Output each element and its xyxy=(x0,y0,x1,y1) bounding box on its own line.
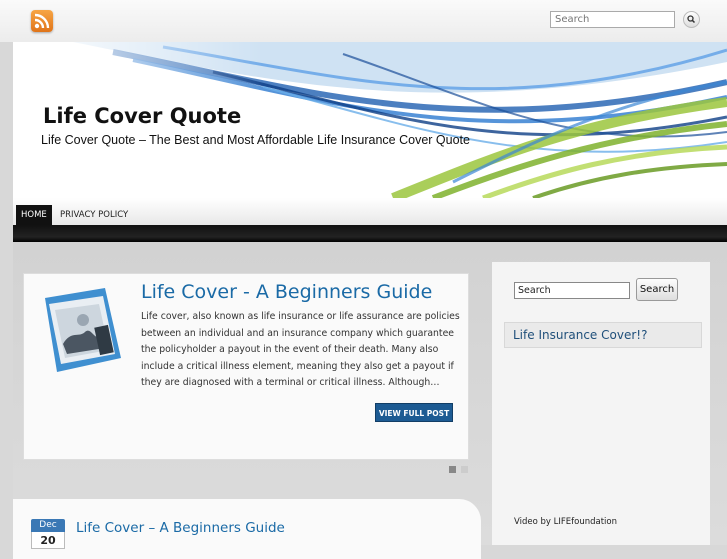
slider-dot[interactable] xyxy=(461,466,468,473)
sidebar-search-button[interactable]: Search xyxy=(636,278,678,301)
slider-dot-active[interactable] xyxy=(449,466,456,473)
date-month: Dec xyxy=(31,519,65,532)
magnifier-icon xyxy=(687,15,696,24)
site-title[interactable]: Life Cover Quote xyxy=(43,104,241,128)
date-day: 20 xyxy=(31,532,65,549)
post-title[interactable]: Life Cover – A Beginners Guide xyxy=(76,520,285,536)
rss-feed-icon[interactable] xyxy=(31,10,53,32)
site-header: Life Cover Quote Life Cover Quote – The … xyxy=(13,42,727,198)
nav-divider-band xyxy=(13,225,727,242)
top-bar xyxy=(0,0,727,42)
featured-post-excerpt: Life cover, also known as life insurance… xyxy=(141,311,460,388)
header-search-input[interactable] xyxy=(550,11,675,28)
sidebar xyxy=(492,262,710,545)
nav-item-home[interactable]: HOME xyxy=(16,205,52,225)
site-description: Life Cover Quote – The Best and Most Aff… xyxy=(41,133,470,147)
featured-post-title[interactable]: Life Cover - A Beginners Guide xyxy=(141,281,432,303)
sidebar-search-input[interactable] xyxy=(514,282,630,299)
nav-item-privacy-policy[interactable]: PRIVACY POLICY xyxy=(55,205,133,225)
header-search-button[interactable] xyxy=(683,11,700,28)
widget-title: Life Insurance Cover!? xyxy=(504,322,702,348)
picture-document-icon xyxy=(45,288,121,372)
video-credit: Video by LIFEfoundation xyxy=(514,517,618,527)
view-full-post-button[interactable]: VIEW FULL POST xyxy=(375,403,453,422)
main-navigation: HOME PRIVACY POLICY xyxy=(13,198,727,225)
